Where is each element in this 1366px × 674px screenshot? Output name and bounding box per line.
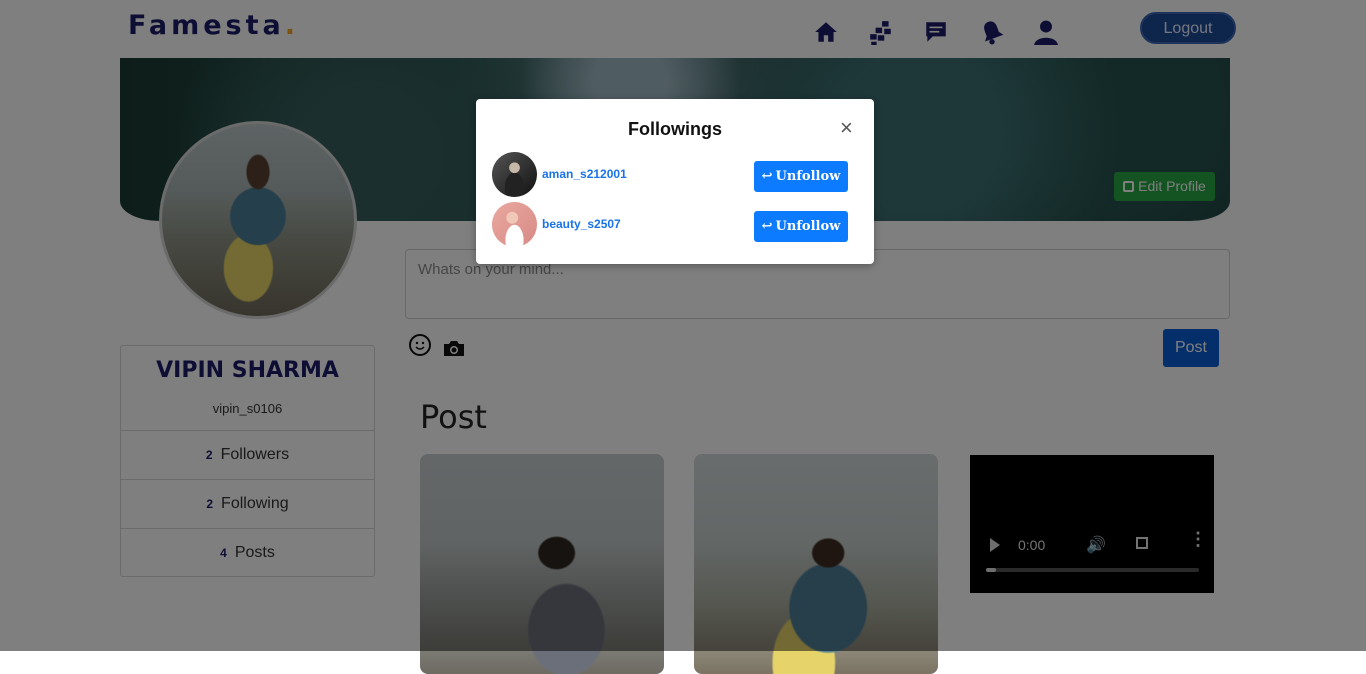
following-item: beauty_s2507 ↩ Unfollow (492, 202, 858, 248)
following-avatar[interactable] (492, 202, 537, 247)
modal-backdrop[interactable] (0, 0, 1366, 651)
unfollow-button[interactable]: ↩ Unfollow (754, 211, 848, 242)
following-avatar[interactable] (492, 152, 537, 197)
following-item: aman_s212001 ↩ Unfollow (492, 152, 858, 198)
close-icon[interactable]: × (840, 117, 853, 139)
following-username[interactable]: beauty_s2507 (542, 217, 621, 231)
reply-arrow-icon: ↩ (761, 169, 773, 184)
followings-modal: Followings × aman_s212001 ↩ Unfollow beau… (476, 99, 874, 264)
unfollow-button[interactable]: ↩ Unfollow (754, 161, 848, 192)
reply-arrow-icon: ↩ (761, 219, 773, 234)
modal-title: Followings (628, 119, 722, 139)
following-username[interactable]: aman_s212001 (542, 167, 627, 181)
